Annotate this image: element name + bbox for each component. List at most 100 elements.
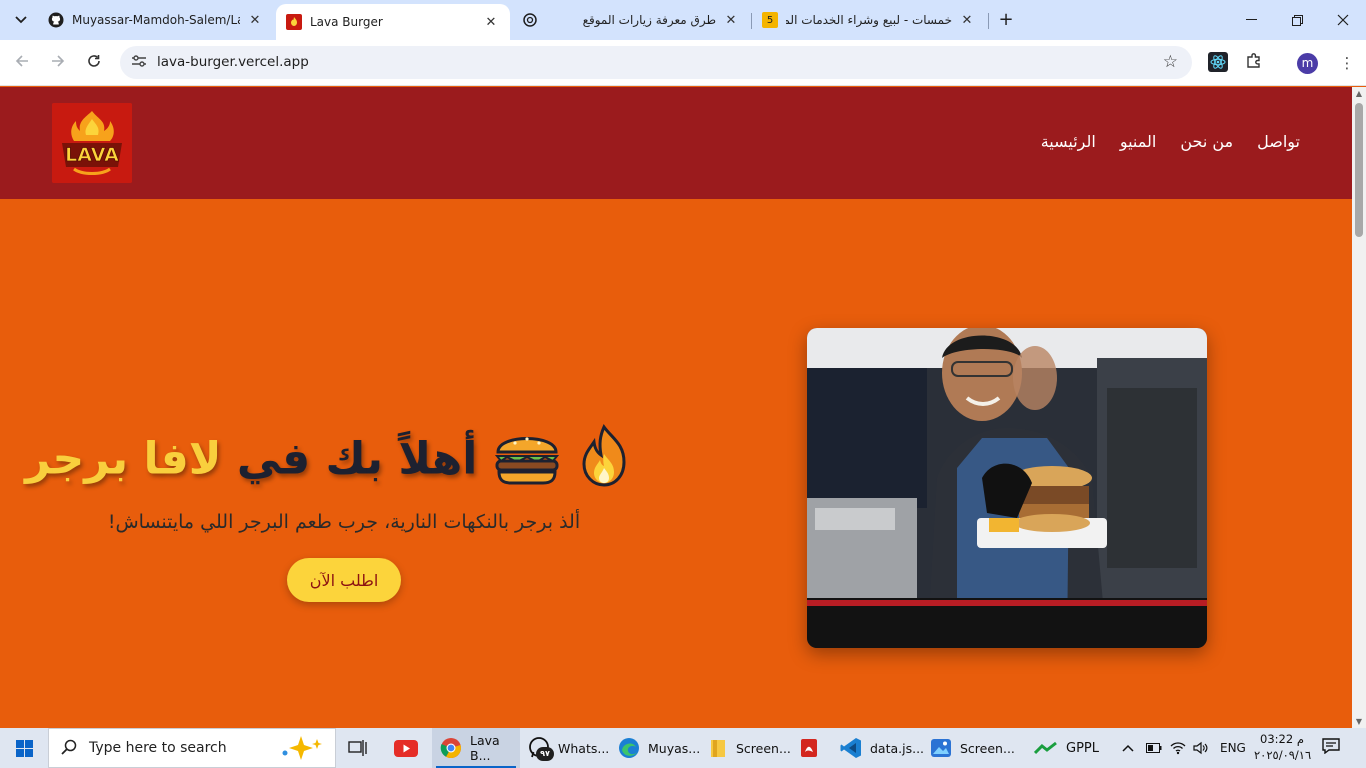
github-icon xyxy=(48,12,64,28)
restore-icon xyxy=(1291,14,1303,26)
page-scrollbar[interactable]: ▲ ▼ xyxy=(1352,87,1366,728)
taskbar-app-photos[interactable]: Screen... xyxy=(924,728,1015,768)
react-devtools-extension-icon[interactable] xyxy=(1207,52,1229,74)
hero-title-brand: لافا برجر xyxy=(25,433,222,485)
start-button[interactable] xyxy=(0,728,48,768)
taskbar-app-label: Muyas... xyxy=(648,740,701,756)
taskbar-app-label: data.js... xyxy=(870,740,925,756)
nav-link-about[interactable]: من نحن xyxy=(1180,132,1233,151)
close-tab-icon[interactable]: ✕ xyxy=(722,13,740,28)
tab-github[interactable]: Muyassar-Mamdoh-Salem/Lava ✕ xyxy=(38,0,274,40)
task-view-button[interactable] xyxy=(348,728,374,768)
reload-button[interactable] xyxy=(82,51,106,75)
tab-khamsat[interactable]: 5 خمسات - لبيع وشراء الخدمات المصغرة ✕ xyxy=(752,0,986,40)
taskbar-app-chrome[interactable]: Lava B... xyxy=(432,728,520,768)
close-tab-icon[interactable]: ✕ xyxy=(246,13,264,28)
hero-title-prefix: أهلاً بك في xyxy=(236,433,478,485)
scroll-down-arrow-icon[interactable]: ▼ xyxy=(1352,717,1366,726)
hero-section: أهلاً بك في لافا برجر ألذ برجر بالنكهات … xyxy=(0,199,1352,728)
site-header: LAVA تواصل من نحن المنيو الرئيسية xyxy=(0,87,1352,199)
clock-date: ٢٠٢٥/٠٩/١٦ xyxy=(1254,748,1312,762)
minimize-icon xyxy=(1245,19,1257,20)
taskbar-app-pdf[interactable] xyxy=(792,728,830,768)
hero-subtitle: ألذ برجر بالنكهات النارية، جرب طعم البرج… xyxy=(107,511,581,533)
new-tab-button[interactable]: + xyxy=(993,8,1019,34)
address-bar[interactable]: lava-burger.vercel.app ☆ xyxy=(120,46,1192,79)
chatgpt-icon xyxy=(522,12,538,28)
tab-title: Muyassar-Mamdoh-Salem/Lava xyxy=(72,13,240,27)
chrome-icon xyxy=(440,737,462,759)
volume-indicator[interactable] xyxy=(1193,728,1209,768)
tab-title: خمسات - لبيع وشراء الخدمات المصغرة xyxy=(786,13,952,27)
edge-icon xyxy=(618,737,640,759)
tab-separator xyxy=(988,13,989,29)
tab-lava-burger[interactable]: Lava Burger ✕ xyxy=(276,4,510,40)
lava-favicon xyxy=(286,14,302,30)
fire-emoji-icon xyxy=(576,424,632,499)
lava-logo[interactable]: LAVA xyxy=(52,103,132,183)
taskbar-app-label: Screen... xyxy=(960,740,1015,756)
extensions-puzzle-icon[interactable] xyxy=(1243,52,1265,74)
whatsapp-icon: ٩٧ xyxy=(528,737,554,761)
close-tab-icon[interactable]: ✕ xyxy=(958,13,976,28)
scroll-up-arrow-icon[interactable]: ▲ xyxy=(1352,89,1366,98)
nav-link-home[interactable]: الرئيسية xyxy=(1041,132,1096,151)
scrollbar-thumb[interactable] xyxy=(1355,103,1363,237)
notification-center-icon[interactable] xyxy=(1322,738,1340,758)
chevron-down-icon xyxy=(15,16,27,24)
taskbar-app-whatsapp[interactable]: ٩٧ Whats... xyxy=(522,728,610,768)
tab-title: Lava Burger xyxy=(310,15,383,29)
search-icon xyxy=(61,739,77,759)
nav-link-contact[interactable]: تواصل xyxy=(1257,132,1300,151)
chevron-up-icon xyxy=(1122,744,1134,752)
url-text[interactable]: lava-burger.vercel.app xyxy=(157,54,309,70)
close-tab-icon[interactable]: ✕ xyxy=(482,15,500,30)
tab-site-visits[interactable]: طرق معرفة زيارات الموقع ✕ xyxy=(512,0,750,40)
tab-search-button[interactable] xyxy=(8,7,34,33)
taskbar-app-label: Whats... xyxy=(558,740,610,756)
profile-avatar[interactable]: m xyxy=(1297,53,1318,74)
bookmark-star-icon[interactable]: ☆ xyxy=(1163,52,1178,72)
task-view-icon xyxy=(348,740,367,756)
restore-button[interactable] xyxy=(1274,0,1320,40)
search-placeholder: Type here to search xyxy=(89,740,227,756)
khamsat-icon: 5 xyxy=(762,12,778,28)
hero-photo-chef-with-burger xyxy=(807,328,1207,648)
nav-link-menu[interactable]: المنيو xyxy=(1120,132,1157,151)
youtube-taskbar-button[interactable] xyxy=(394,728,422,768)
order-now-button[interactable]: اطلب الآن xyxy=(287,558,401,602)
main-nav: تواصل من نحن المنيو الرئيسية xyxy=(1041,132,1300,151)
menu-kebab-icon[interactable]: ⋮ xyxy=(1336,52,1358,74)
wifi-icon xyxy=(1170,742,1186,755)
taskbar-app-vscode[interactable]: data.js... xyxy=(834,728,925,768)
unread-badge: ٩٧ xyxy=(536,747,554,761)
hero-title: أهلاً بك في لافا برجر xyxy=(25,424,632,499)
show-hidden-icons-button[interactable] xyxy=(1122,728,1134,768)
tray-gppl[interactable]: GPPL xyxy=(1034,728,1099,768)
windows-logo-icon xyxy=(15,739,33,757)
wifi-indicator[interactable] xyxy=(1170,728,1186,768)
taskbar-search-box[interactable]: Type here to search xyxy=(48,728,336,768)
taskbar-app-file-explorer[interactable]: Screen... xyxy=(702,728,791,768)
youtube-icon xyxy=(394,739,418,757)
close-window-button[interactable] xyxy=(1320,0,1366,40)
vscode-icon xyxy=(840,737,862,759)
clock-time: 03:22 م xyxy=(1260,732,1304,746)
browser-tab-strip: Muyassar-Mamdoh-Salem/Lava ✕ Lava Burger… xyxy=(0,0,1366,40)
taskbar-clock[interactable]: 03:22 م ٢٠٢٥/٠٩/١٦ xyxy=(1254,731,1312,763)
back-button[interactable] xyxy=(10,51,34,75)
battery-indicator[interactable] xyxy=(1146,728,1162,768)
pdf-icon xyxy=(798,737,820,759)
file-explorer-icon xyxy=(708,737,728,759)
close-icon xyxy=(1337,14,1349,26)
photos-icon xyxy=(930,737,952,759)
site-info-icon[interactable] xyxy=(130,54,148,72)
forward-button[interactable] xyxy=(46,51,70,75)
minimize-button[interactable] xyxy=(1228,0,1274,40)
logo-text: LAVA xyxy=(65,144,119,166)
burger-emoji-icon xyxy=(493,426,561,497)
reload-icon xyxy=(88,55,100,67)
language-indicator[interactable]: ENG xyxy=(1220,728,1246,768)
taskbar-app-edge[interactable]: Muyas... xyxy=(612,728,700,768)
search-highlight-sparkle-icon xyxy=(279,735,323,766)
